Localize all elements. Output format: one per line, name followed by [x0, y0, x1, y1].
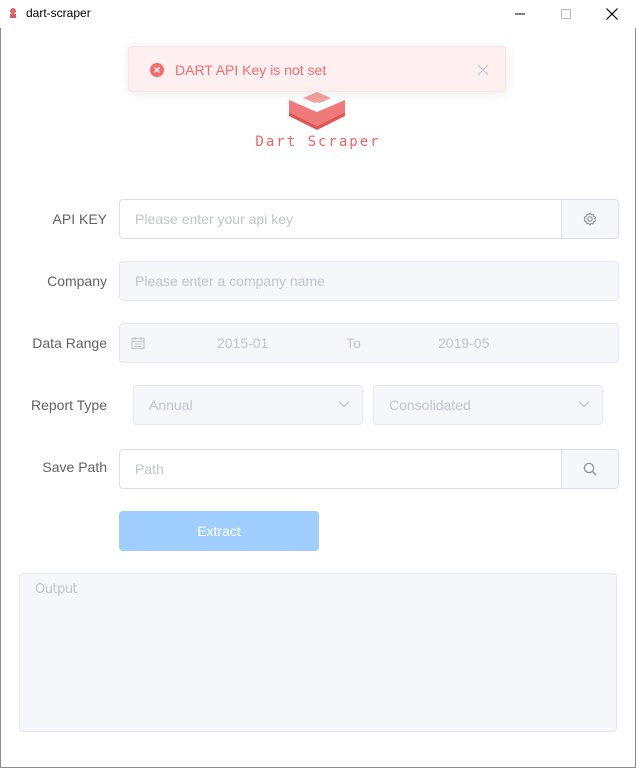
- maximize-button[interactable]: [543, 0, 589, 28]
- chevron-down-icon: [578, 401, 590, 408]
- extract-button[interactable]: Extract: [119, 511, 319, 551]
- date-range-picker[interactable]: 2015-01 To 2019-05: [119, 323, 619, 363]
- browse-path-button[interactable]: [561, 449, 619, 489]
- company-label: Company: [47, 273, 107, 289]
- close-window-button[interactable]: [589, 0, 635, 28]
- api-key-label: API KEY: [52, 211, 107, 227]
- output-placeholder: Output: [35, 582, 78, 597]
- api-key-input[interactable]: Please enter your api key: [119, 199, 562, 239]
- report-scope-select[interactable]: Consolidated: [373, 385, 603, 425]
- company-input[interactable]: Please enter a company name: [119, 261, 619, 301]
- window-title: dart-scraper: [26, 6, 91, 20]
- error-circle-icon: [150, 63, 164, 77]
- save-path-label: Save Path: [42, 459, 107, 475]
- alert-close-icon[interactable]: [477, 64, 489, 76]
- report-type-label: Report Type: [30, 397, 107, 413]
- output-textarea[interactable]: Output: [19, 573, 617, 732]
- chevron-down-icon: [338, 401, 350, 408]
- report-period-value: Annual: [149, 397, 193, 413]
- date-range-label: Data Range: [32, 335, 107, 351]
- report-scope-value: Consolidated: [389, 397, 471, 413]
- report-period-select[interactable]: Annual: [133, 385, 363, 425]
- close-icon: [606, 8, 618, 20]
- minimize-button[interactable]: [497, 0, 543, 28]
- app-name: Dart Scraper: [255, 134, 381, 150]
- date-range-separator: To: [346, 335, 361, 351]
- api-key-settings-button[interactable]: [561, 199, 619, 239]
- maximize-icon: [561, 9, 571, 19]
- dart-scraper-logo: [289, 92, 345, 130]
- title-bar: dart-scraper: [0, 0, 636, 28]
- error-alert: DART API Key is not set: [128, 46, 506, 92]
- alert-message: DART API Key is not set: [175, 62, 327, 78]
- company-placeholder: Please enter a company name: [135, 273, 325, 289]
- start-date[interactable]: 2015-01: [217, 335, 268, 351]
- minimize-icon: [515, 13, 525, 15]
- end-date[interactable]: 2019-05: [438, 335, 489, 351]
- app-icon: [10, 8, 16, 18]
- gear-icon: [583, 212, 597, 226]
- search-icon: [583, 462, 597, 476]
- api-key-placeholder: Please enter your api key: [135, 211, 293, 227]
- save-path-input[interactable]: Path: [119, 449, 562, 489]
- calendar-icon: [131, 337, 145, 350]
- save-path-placeholder: Path: [135, 461, 164, 477]
